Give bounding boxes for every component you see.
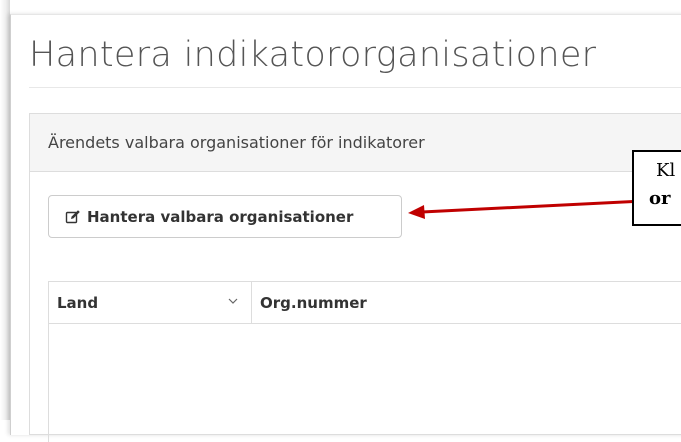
panel-heading-text: Ärendets valbara organisationer för indi… (48, 133, 425, 152)
organisations-grid: Land Org.nummer (48, 281, 681, 442)
window-shadow (0, 0, 10, 420)
column-header-land[interactable]: Land (49, 282, 252, 323)
column-header-org-nummer[interactable]: Org.nummer (252, 282, 681, 323)
grid-header: Land Org.nummer (49, 282, 681, 324)
chevron-down-icon[interactable] (227, 295, 239, 307)
callout-line-1: Kl (656, 160, 676, 181)
column-header-org-nummer-label: Org.nummer (260, 293, 367, 312)
panel-heading: Ärendets valbara organisationer för indi… (30, 114, 681, 172)
organisations-panel: Ärendets valbara organisationer för indi… (29, 113, 681, 442)
manage-organisations-button[interactable]: Hantera valbara organisationer (48, 195, 402, 238)
page-title: Hantera indikatororganisationer (29, 35, 597, 75)
annotation-callout: Kl or (632, 150, 681, 226)
column-header-land-label: Land (57, 293, 99, 312)
callout-line-2: or (649, 188, 671, 209)
annotation-arrow (408, 199, 644, 219)
manage-organisations-label: Hantera valbara organisationer (87, 207, 354, 226)
edit-icon (65, 209, 80, 223)
title-divider (29, 87, 681, 88)
